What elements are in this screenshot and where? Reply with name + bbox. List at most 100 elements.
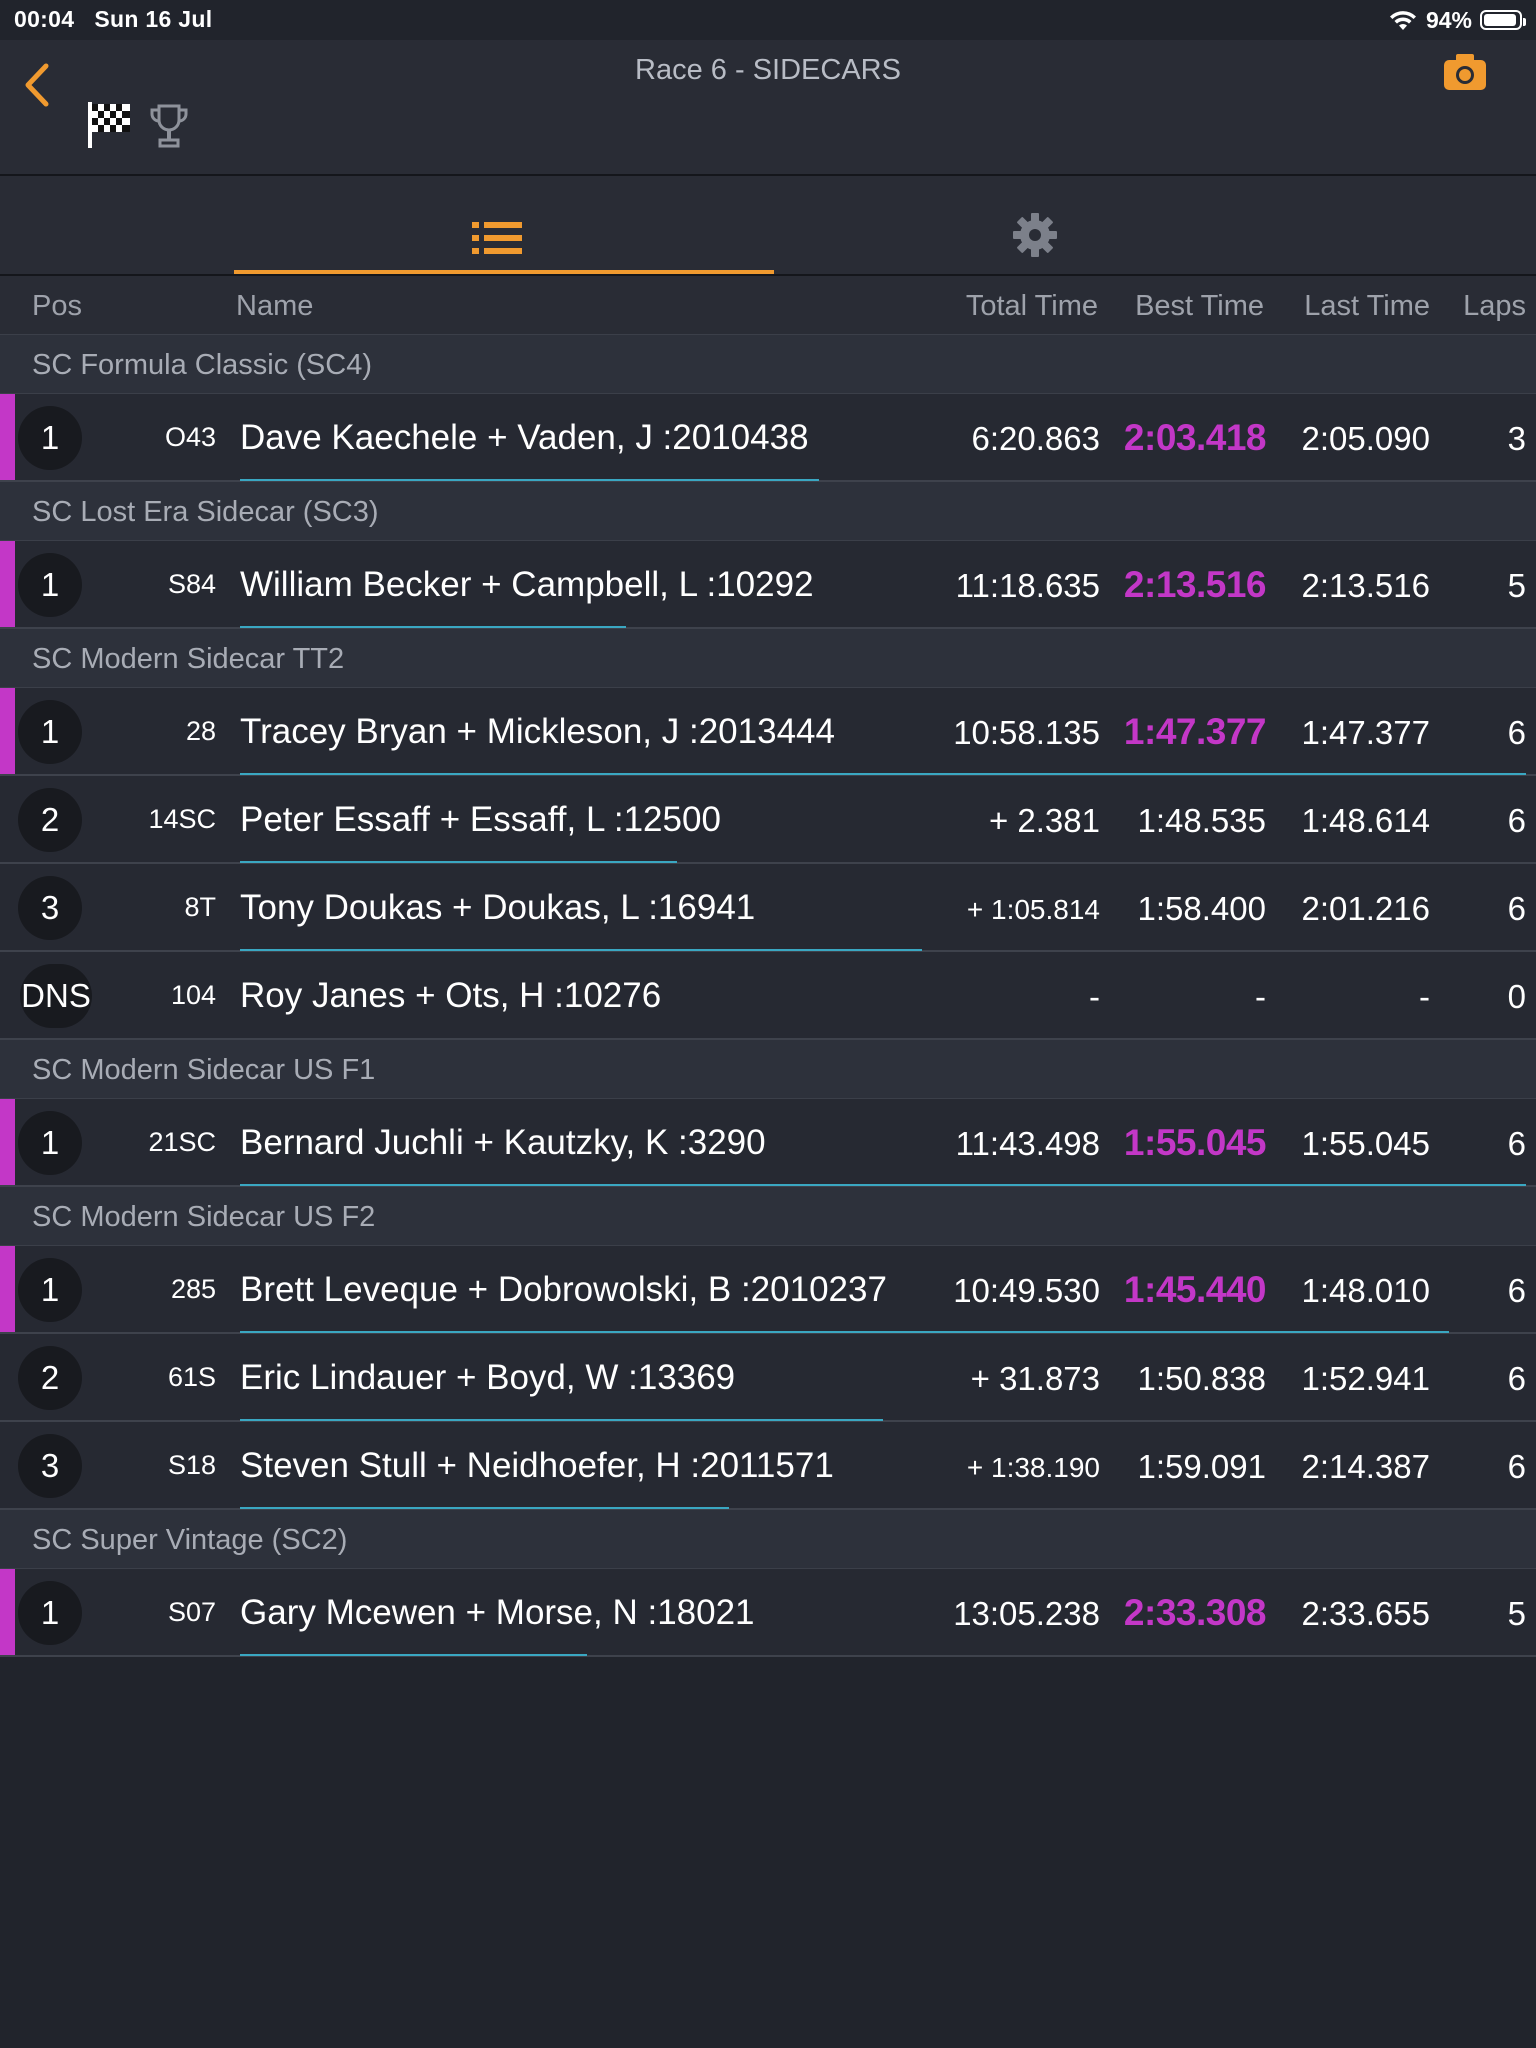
list-icon	[472, 222, 522, 254]
laps-count: 6	[1507, 802, 1526, 839]
result-row[interactable]: 3 S18 Steven Stull + Neidhoefer, H :201157…	[0, 1422, 1536, 1510]
rider-name: Eric Lindauer + Boyd, W :13369	[240, 1358, 736, 1397]
class-group-title: SC Lost Era Sidecar (SC3)	[32, 496, 379, 528]
camera-icon[interactable]	[1442, 52, 1488, 92]
column-header: Pos Name Total Time Best Time Last Time …	[0, 276, 1536, 335]
nav-header: Race 6 - SIDECARS	[0, 40, 1536, 176]
col-last-time[interactable]: Last Time	[1304, 290, 1430, 323]
last-time: 1:47.377	[1301, 714, 1430, 751]
race-progress-bar	[240, 626, 626, 628]
class-group-header: SC Lost Era Sidecar (SC3)	[0, 482, 1536, 541]
class-group-header: SC Modern Sidecar US F1	[0, 1040, 1536, 1099]
class-group-title: SC Super Vintage (SC2)	[32, 1524, 348, 1556]
result-row[interactable]: 3 8T Tony Doukas + Doukas, L :16941 + 1:05.…	[0, 864, 1536, 952]
best-time: 1:48.535	[1137, 802, 1266, 839]
laps-count: 6	[1507, 1448, 1526, 1485]
class-group-header: SC Formula Classic (SC4)	[0, 335, 1536, 394]
rider-name: Peter Essaff + Essaff, L :12500	[240, 800, 721, 839]
battery-level	[1484, 14, 1516, 26]
class-leader-marker	[0, 1099, 15, 1185]
status-time: 00:04 Sun 16 Jul	[14, 6, 212, 33]
last-time: 1:48.614	[1301, 802, 1430, 839]
trophy-icon[interactable]	[148, 102, 190, 150]
rider-number: S18	[167, 1450, 216, 1480]
best-time: -	[1255, 978, 1266, 1015]
best-time-fastest: 1:55.045	[1123, 1122, 1267, 1163]
tab-settings[interactable]	[774, 176, 1298, 274]
result-row[interactable]: DNS 104 Roy Janes + Ots, H :10276 - - - 0	[0, 952, 1536, 1040]
col-laps[interactable]: Laps	[1463, 290, 1526, 323]
result-row[interactable]: 1 21SC Bernard Juchli + Kautzky, K :3290 11…	[0, 1099, 1536, 1187]
result-row[interactable]: 1 O43 Dave Kaechele + Vaden, J :2010438 6:2…	[0, 394, 1536, 482]
col-pos[interactable]: Pos	[32, 290, 82, 323]
rider-name: Dave Kaechele + Vaden, J :2010438	[240, 418, 809, 457]
rider-name: William Becker + Campbell, L :10292	[240, 565, 814, 604]
rider-name: Gary Mcewen + Morse, N :18021	[240, 1593, 755, 1632]
laps-count: 6	[1507, 714, 1526, 751]
last-time: 2:14.387	[1301, 1448, 1430, 1485]
best-time-fastest: 2:03.418	[1123, 417, 1267, 458]
class-group-title: SC Modern Sidecar US F1	[32, 1054, 376, 1086]
col-total-time[interactable]: Total Time	[966, 290, 1098, 323]
rider-number: S07	[167, 1597, 216, 1627]
result-row[interactable]: 1 285 Brett Leveque + Dobrowolski, B :2010…	[0, 1246, 1536, 1334]
page-title: Race 6 - SIDECARS	[635, 54, 901, 86]
rider-name: Steven Stull + Neidhoefer, H :2011571	[240, 1446, 834, 1485]
class-leader-marker	[0, 688, 15, 774]
rider-number: 61S	[167, 1362, 216, 1392]
rider-number: 104	[170, 980, 216, 1010]
race-progress-bar	[240, 1654, 587, 1656]
race-progress-bar	[240, 1419, 883, 1421]
best-time-fastest: 2:13.516	[1123, 564, 1267, 605]
laps-count: 5	[1507, 567, 1526, 604]
total-time: + 1:05.814	[966, 894, 1100, 925]
checkered-flag-icon[interactable]	[86, 100, 132, 150]
total-time: + 1:38.190	[966, 1452, 1100, 1483]
position-badge: 1	[18, 406, 82, 470]
result-row[interactable]: 2 61S Eric Lindauer + Boyd, W :13369 + 31.8…	[0, 1334, 1536, 1422]
position-badge: 2	[18, 788, 82, 852]
rider-number: 285	[170, 1274, 216, 1304]
wifi-icon	[1389, 11, 1416, 30]
position-badge: 1	[18, 700, 82, 764]
last-time: 2:13.516	[1301, 567, 1430, 604]
position-badge: 2	[18, 1346, 82, 1410]
total-time: 11:18.635	[955, 567, 1100, 604]
race-progress-bar	[240, 1507, 729, 1509]
col-name[interactable]: Name	[236, 290, 313, 323]
rider-name: Bernard Juchli + Kautzky, K :3290	[240, 1123, 766, 1162]
result-row[interactable]: 1 28 Tracey Bryan + Mickleson, J :2013444 1…	[0, 688, 1536, 776]
laps-count: 3	[1507, 420, 1526, 457]
position-badge: DNS	[20, 964, 92, 1028]
class-group-header: SC Super Vintage (SC2)	[0, 1510, 1536, 1569]
rider-number: 14SC	[148, 804, 216, 834]
class-group-title: SC Formula Classic (SC4)	[32, 349, 372, 381]
best-time-fastest: 1:47.377	[1123, 711, 1267, 752]
rider-name: Brett Leveque + Dobrowolski, B :2010237	[240, 1270, 887, 1309]
position-badge: 3	[18, 1434, 82, 1498]
class-leader-marker	[0, 1246, 15, 1332]
col-best-time[interactable]: Best Time	[1135, 290, 1264, 323]
class-group-header: SC Modern Sidecar US F2	[0, 1187, 1536, 1246]
total-time: 6:20.863	[971, 420, 1100, 457]
last-time: 2:05.090	[1301, 420, 1430, 457]
gear-icon	[1013, 213, 1057, 257]
tab-results-list[interactable]	[234, 176, 774, 274]
total-time: -	[1089, 978, 1100, 1015]
result-row[interactable]: 1 S07 Gary Mcewen + Morse, N :18021 13:05.2…	[0, 1569, 1536, 1657]
total-time: 10:58.135	[953, 714, 1100, 751]
best-time: 1:59.091	[1137, 1448, 1266, 1485]
result-row[interactable]: 2 14SC Peter Essaff + Essaff, L :12500 + 2.…	[0, 776, 1536, 864]
date-text: Sun 16 Jul	[94, 6, 213, 32]
result-row[interactable]: 1 S84 William Becker + Campbell, L :10292 1…	[0, 541, 1536, 629]
last-time: 1:55.045	[1301, 1125, 1430, 1162]
clock-text: 00:04	[14, 6, 75, 32]
best-time-fastest: 1:45.440	[1123, 1269, 1267, 1310]
class-group-title: SC Modern Sidecar TT2	[32, 643, 345, 675]
active-tab-indicator	[234, 270, 774, 274]
race-progress-bar	[240, 861, 677, 863]
class-leader-marker	[0, 541, 15, 627]
laps-count: 6	[1507, 890, 1526, 927]
class-leader-marker	[0, 394, 15, 480]
laps-count: 6	[1507, 1272, 1526, 1309]
